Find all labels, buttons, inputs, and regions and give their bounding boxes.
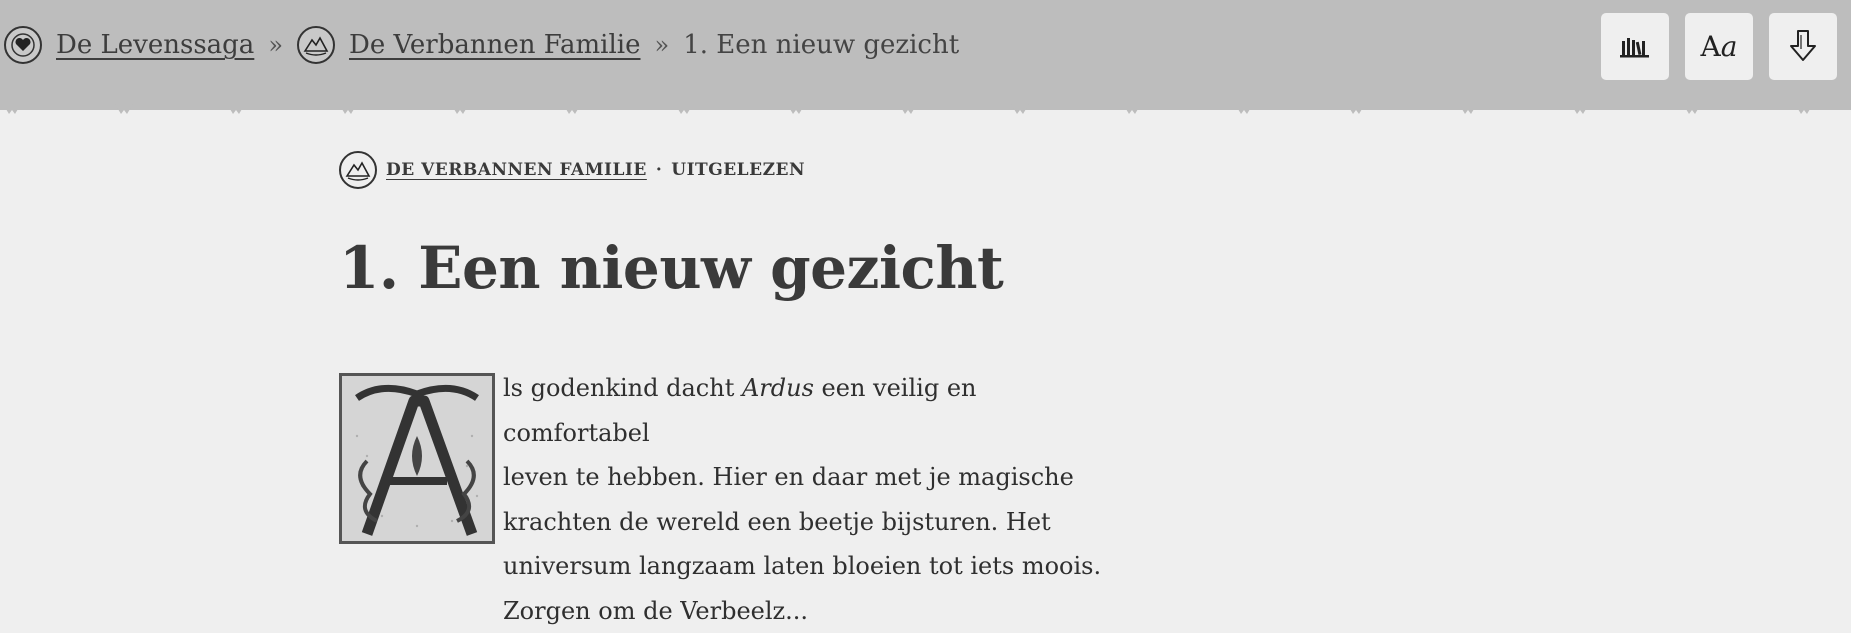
star-ornament: [563, 104, 581, 114]
breadcrumb-book-link[interactable]: De Verbannen Familie: [349, 30, 641, 60]
typography-settings-button[interactable]: Aa: [1685, 13, 1753, 80]
paragraph-line: krachten de wereld een beetje bijsturen.…: [503, 500, 1123, 545]
star-ornament: [3, 104, 21, 114]
chapter-body: ls godenkind dacht Ardus een veilig en c…: [503, 366, 1123, 633]
top-navigation-bar: De Levenssaga » De Verbannen Familie » 1…: [0, 0, 1851, 110]
star-ornament: [899, 104, 917, 114]
star-ornament: [1235, 104, 1253, 114]
download-button[interactable]: [1769, 13, 1837, 80]
decorative-star-border: [0, 104, 1851, 118]
reader-toolbar: Aa: [1601, 13, 1837, 80]
read-status: UITGELEZEN: [671, 160, 805, 180]
star-ornament: [1459, 104, 1477, 114]
chapter-meta: DE VERBANNEN FAMILIE · UITGELEZEN: [339, 151, 805, 189]
star-ornament: [1571, 104, 1589, 114]
breadcrumb-separator: »: [655, 31, 670, 59]
download-arrow-icon: [1788, 29, 1818, 65]
star-ornament: [787, 104, 805, 114]
star-ornament: [1795, 104, 1813, 114]
paragraph-line: universum langzaam laten bloeien tot iet…: [503, 544, 1123, 589]
star-ornament: [227, 104, 245, 114]
star-ornament: [339, 104, 357, 114]
star-ornament: [1683, 104, 1701, 114]
typography-icon: Aa: [1701, 30, 1738, 63]
mountain-emblem-icon: [297, 26, 335, 64]
breadcrumb-separator: »: [268, 31, 283, 59]
star-ornament: [1011, 104, 1029, 114]
star-ornament: [451, 104, 469, 114]
meta-separator: ·: [656, 160, 662, 180]
heart-emblem-icon: [4, 26, 42, 64]
star-ornament: [1347, 104, 1365, 114]
chapter-title: 1. Een nieuw gezicht: [339, 234, 1003, 302]
decorative-dropcap: A: [339, 373, 495, 544]
mountain-emblem-icon: [339, 151, 377, 189]
star-ornament: [1123, 104, 1141, 114]
breadcrumb: De Levenssaga » De Verbannen Familie » 1…: [4, 24, 959, 66]
paragraph-line: leven te hebben. Hier en daar met je mag…: [503, 455, 1123, 500]
library-books-icon: [1619, 33, 1651, 61]
star-ornament: [115, 104, 133, 114]
breadcrumb-root-link[interactable]: De Levenssaga: [56, 30, 254, 60]
library-button[interactable]: [1601, 13, 1669, 80]
paragraph-line: ls godenkind dacht Ardus een veilig en c…: [503, 366, 1123, 455]
paragraph-line: Zorgen om de Verbeelz...: [503, 589, 1123, 633]
star-ornament: [675, 104, 693, 114]
dropcap-letter: A: [416, 482, 420, 487]
book-link[interactable]: DE VERBANNEN FAMILIE: [386, 160, 647, 180]
breadcrumb-current: 1. Een nieuw gezicht: [683, 30, 959, 60]
